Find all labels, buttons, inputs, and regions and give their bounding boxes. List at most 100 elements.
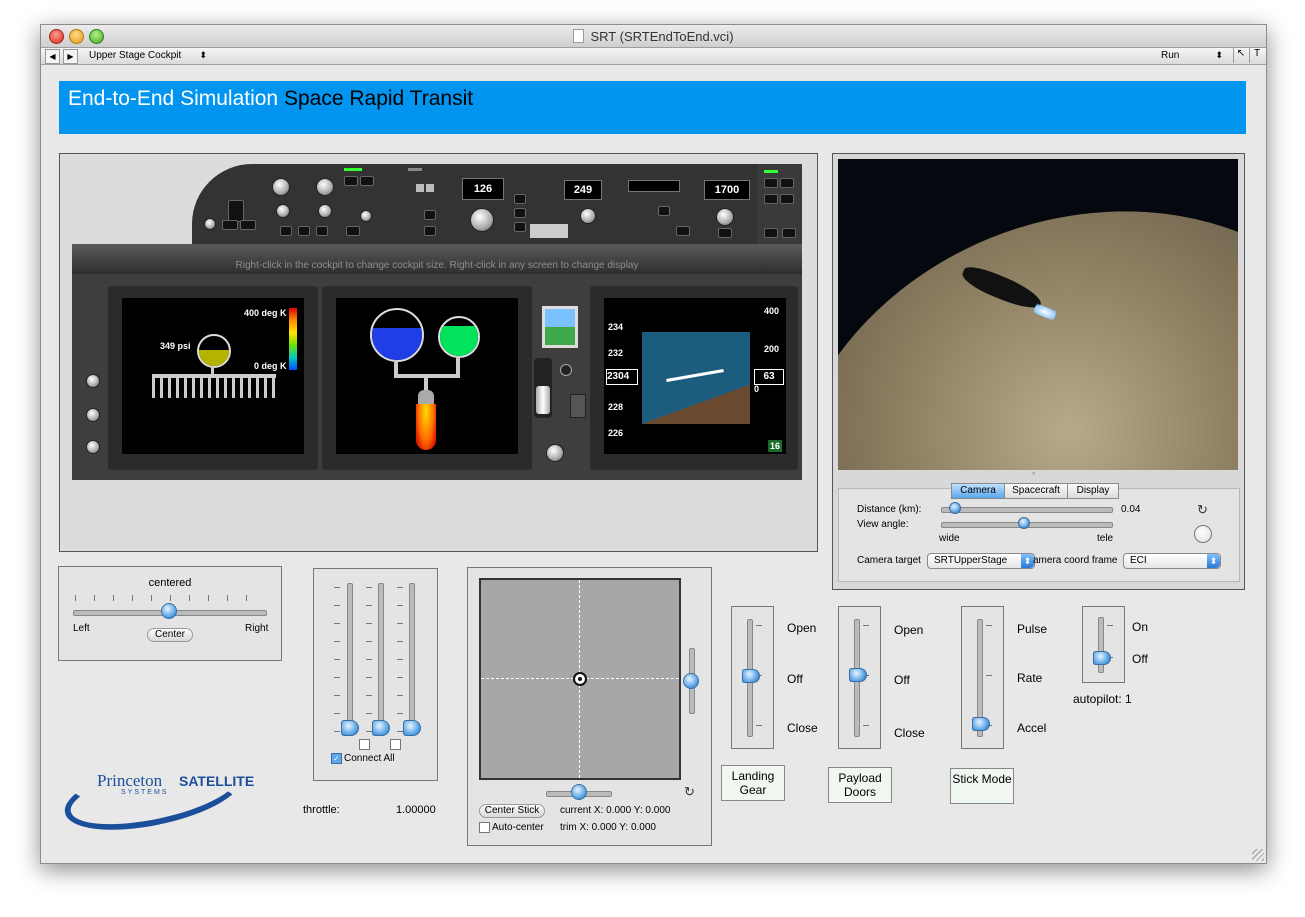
- overhead-knob[interactable]: [316, 178, 334, 196]
- overhead-button[interactable]: [676, 226, 690, 236]
- overhead-button[interactable]: [316, 226, 328, 236]
- left-knob[interactable]: [86, 408, 100, 422]
- overhead-button[interactable]: [514, 208, 526, 218]
- overhead-switch[interactable]: [228, 200, 244, 222]
- tick: [1107, 625, 1113, 626]
- overhead-button[interactable]: [240, 220, 256, 230]
- overhead-button[interactable]: [346, 226, 360, 236]
- updown-icon: ⬍: [199, 50, 207, 60]
- rudder-center-button[interactable]: Center: [147, 628, 193, 642]
- throttle-3-thumb[interactable]: [403, 720, 421, 736]
- app-window: SRT (SRTEndToEnd.vci) ◀ ▶ Upper Stage Co…: [40, 24, 1267, 864]
- throttle-1-thumb[interactable]: [341, 720, 359, 736]
- overhead-knob[interactable]: [276, 204, 290, 218]
- throttle-2-thumb[interactable]: [372, 720, 390, 736]
- overhead-button[interactable]: [298, 226, 310, 236]
- overhead-button[interactable]: [424, 210, 436, 220]
- camera-target-select[interactable]: SRTUpperStage: [927, 553, 1035, 569]
- reset-icon[interactable]: ↻: [684, 784, 695, 800]
- center-knob[interactable]: [560, 364, 572, 376]
- throttle-1-track[interactable]: [347, 583, 353, 735]
- refresh-icon[interactable]: ↻: [1197, 502, 1208, 518]
- propellant-display[interactable]: 349 psi 400 deg K 0 deg K: [122, 298, 304, 454]
- overhead-switch-panel[interactable]: [416, 184, 424, 192]
- rudder-panel: centered Left Right Center: [58, 566, 282, 661]
- overhead-button[interactable]: [658, 206, 670, 216]
- payload-doors-thumb[interactable]: [849, 668, 867, 682]
- overhead-button[interactable]: [780, 194, 794, 204]
- distance-slider-thumb[interactable]: [949, 502, 961, 514]
- throttle-2-track[interactable]: [378, 583, 384, 735]
- altitude-knob[interactable]: [716, 208, 734, 226]
- heading-knob[interactable]: [470, 208, 494, 232]
- overhead-switch-panel[interactable]: [426, 184, 434, 192]
- overhead-button[interactable]: [280, 226, 292, 236]
- tab-spacecraft[interactable]: Spacecraft: [1004, 483, 1068, 499]
- center-stick-button[interactable]: Center Stick: [479, 804, 545, 818]
- view-select[interactable]: Upper Stage Cockpit ⬍: [89, 50, 207, 61]
- splitter-caret-icon[interactable]: ^: [1032, 472, 1038, 479]
- view-angle-slider-thumb[interactable]: [1017, 517, 1030, 529]
- engine-display[interactable]: [336, 298, 518, 454]
- thrust-lever[interactable]: [536, 386, 550, 414]
- forward-arrow-icon[interactable]: ▶: [63, 49, 78, 64]
- stick-trim-h-thumb[interactable]: [571, 784, 587, 800]
- overhead-button[interactable]: [514, 194, 526, 204]
- connect-all-checkbox[interactable]: ✓: [331, 753, 342, 764]
- tab-camera[interactable]: Camera: [951, 483, 1005, 499]
- overhead-knob[interactable]: [360, 210, 372, 222]
- tab-display[interactable]: Display: [1067, 483, 1119, 499]
- back-arrow-icon[interactable]: ◀: [45, 49, 60, 64]
- rotation-dial[interactable]: [1194, 525, 1212, 543]
- landing-gear-thumb[interactable]: [742, 669, 760, 683]
- overhead-button[interactable]: [764, 228, 778, 238]
- overhead-button[interactable]: [344, 176, 358, 186]
- payload-doors-button[interactable]: Payload Doors: [828, 767, 892, 803]
- distance-slider-track[interactable]: [941, 507, 1113, 513]
- overhead-button[interactable]: [514, 222, 526, 232]
- landing-gear-button[interactable]: Landing Gear: [721, 765, 785, 801]
- left-knob[interactable]: [86, 440, 100, 454]
- toolbar: ◀ ▶ Upper Stage Cockpit ⬍ Run ⬍ ↖ T: [41, 48, 1266, 65]
- overhead-button[interactable]: [718, 228, 732, 238]
- overhead-button[interactable]: [782, 228, 796, 238]
- overhead-button[interactable]: [764, 178, 778, 188]
- indicator-light: [764, 170, 778, 173]
- stick-trim-v-thumb[interactable]: [683, 673, 699, 689]
- arrow-tool-icon[interactable]: ↖: [1233, 48, 1248, 63]
- payload-doors-close: Close: [894, 726, 925, 740]
- overhead-knob[interactable]: [272, 178, 290, 196]
- 3d-view[interactable]: [838, 159, 1238, 470]
- stick-crosshair-icon[interactable]: [573, 672, 587, 686]
- overhead-button[interactable]: [424, 226, 436, 236]
- throttle-link-checkbox[interactable]: [390, 739, 401, 750]
- overhead-button[interactable]: [780, 178, 794, 188]
- window-title: SRT (SRTEndToEnd.vci): [41, 29, 1266, 44]
- stick-mode-rate: Rate: [1017, 671, 1043, 685]
- run-select[interactable]: Run ⬍: [1161, 50, 1223, 61]
- banner-title: End-to-End Simulation Space Rapid Transi…: [68, 87, 473, 111]
- left-knob[interactable]: [86, 374, 100, 388]
- throttle-3-track[interactable]: [409, 583, 415, 735]
- overhead-knob[interactable]: [204, 218, 216, 230]
- primary-flight-display[interactable]: 234 232 2304 228 226 400 200 63 0 16: [604, 298, 786, 454]
- autopilot-thumb[interactable]: [1093, 651, 1111, 665]
- center-bottom-knob[interactable]: [546, 444, 564, 462]
- side-switch[interactable]: [570, 394, 586, 418]
- title-bar: SRT (SRTEndToEnd.vci): [41, 25, 1266, 48]
- overhead-button[interactable]: [360, 176, 374, 186]
- overhead-button[interactable]: [222, 220, 238, 230]
- camera-target-value: SRTUpperStage: [934, 555, 1008, 566]
- stick-mode-thumb[interactable]: [972, 717, 990, 731]
- text-tool-icon[interactable]: T: [1249, 48, 1264, 63]
- overhead-knob[interactable]: [580, 208, 596, 224]
- stick-pad[interactable]: [479, 578, 681, 780]
- rudder-slider-thumb[interactable]: [161, 603, 177, 619]
- stick-mode-button[interactable]: Stick Mode: [950, 768, 1014, 804]
- throttle-link-checkbox[interactable]: [359, 739, 370, 750]
- resize-grip-icon[interactable]: [1252, 849, 1264, 861]
- auto-center-checkbox[interactable]: [479, 822, 490, 833]
- coord-frame-select[interactable]: ECI: [1123, 553, 1221, 569]
- overhead-button[interactable]: [764, 194, 778, 204]
- overhead-knob[interactable]: [318, 204, 332, 218]
